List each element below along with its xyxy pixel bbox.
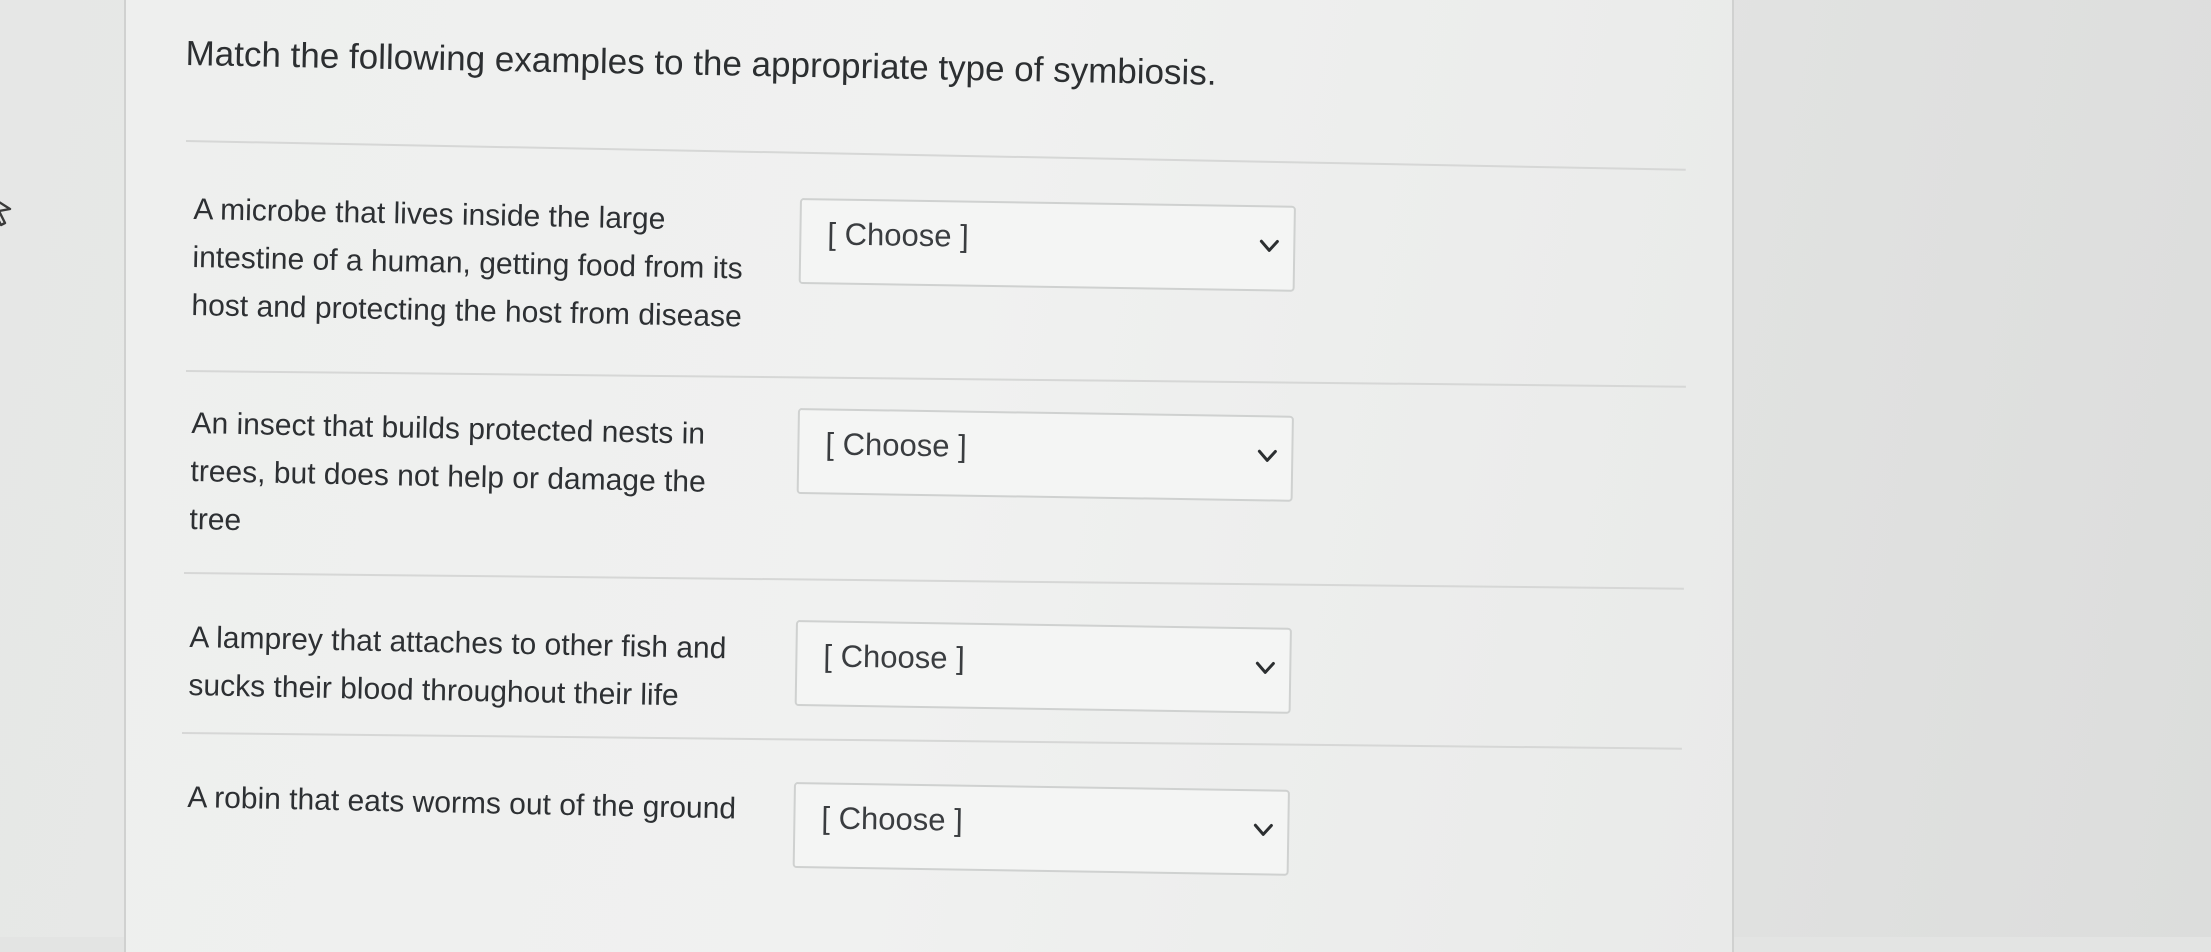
select-value: [ Choose ] <box>821 800 964 838</box>
select-value: [ Choose ] <box>823 638 966 676</box>
select-value: [ Choose ] <box>825 426 968 464</box>
chevron-down-icon <box>1259 239 1279 252</box>
match-select-dropdown[interactable]: [ Choose ] <box>796 408 1294 502</box>
chevron-down-icon <box>1253 823 1273 836</box>
match-item-prompt: An insect that builds protected nests in… <box>189 406 707 538</box>
match-select-dropdown[interactable]: [ Choose ] <box>794 620 1292 714</box>
match-item-prompt: A lamprey that attaches to other fish an… <box>188 620 727 713</box>
chevron-down-icon <box>1257 449 1277 462</box>
match-item-prompt: A microbe that lives inside the large in… <box>191 192 744 334</box>
mouse-cursor-icon <box>0 201 12 227</box>
match-select-dropdown[interactable]: [ Choose ] <box>798 198 1296 292</box>
match-select-dropdown[interactable]: [ Choose ] <box>792 782 1290 876</box>
select-value: [ Choose ] <box>827 216 970 254</box>
chevron-down-icon <box>1255 661 1275 674</box>
